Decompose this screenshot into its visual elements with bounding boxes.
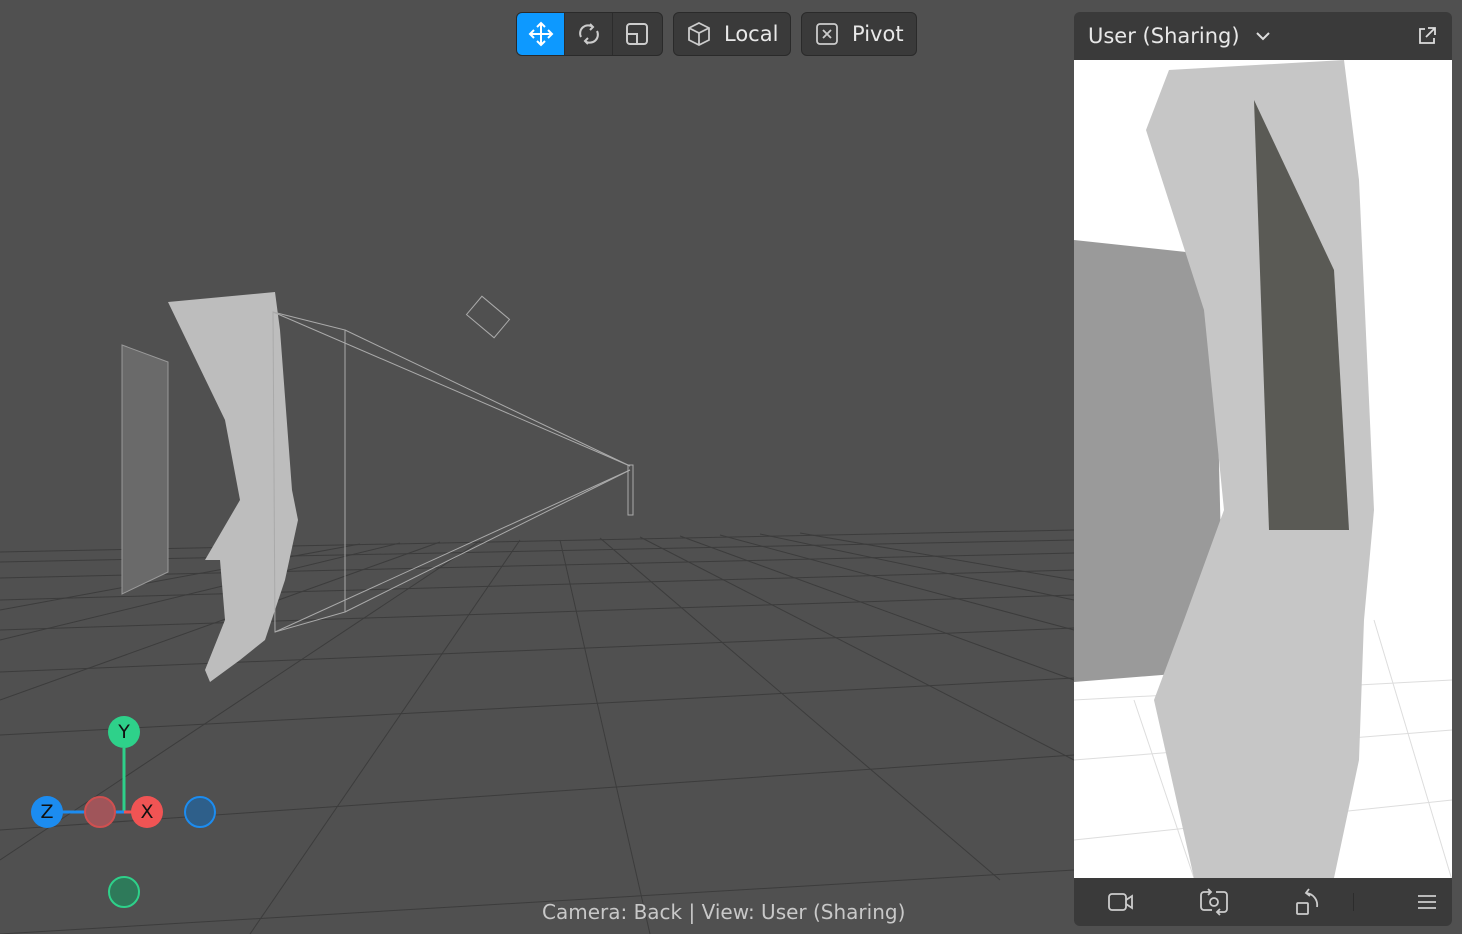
ground-grid — [0, 529, 1075, 934]
local-label: Local — [724, 22, 779, 46]
cube-icon — [688, 21, 710, 47]
gizmo-neg-y-axis[interactable] — [108, 876, 140, 908]
move-tool-button[interactable] — [517, 13, 565, 55]
rotate-tool-button[interactable] — [565, 13, 613, 55]
view-selector-label[interactable]: User (Sharing) — [1088, 24, 1240, 48]
switch-camera-button[interactable] — [1167, 887, 1260, 917]
pivot-label: Pivot — [852, 22, 904, 46]
rotate-icon — [578, 23, 599, 45]
pivot-button[interactable]: Pivot — [801, 12, 917, 56]
move-icon — [528, 21, 553, 47]
gizmo-y-label: Y — [118, 721, 130, 743]
reset-view-icon — [1295, 888, 1318, 915]
gizmo-x-label: X — [140, 801, 154, 823]
reset-view-button[interactable] — [1260, 887, 1353, 917]
menu-icon — [1418, 895, 1436, 909]
gizmo-y-axis[interactable]: Y — [108, 716, 140, 748]
transform-tools — [516, 12, 663, 56]
image-plane[interactable] — [121, 344, 169, 595]
chevron-down-icon[interactable] — [1254, 30, 1272, 42]
pivot-icon — [816, 23, 838, 45]
menu-button[interactable] — [1353, 893, 1452, 911]
gizmo-x-axis[interactable]: X — [131, 796, 163, 828]
status-text: Camera: Back | View: User (Sharing) — [542, 900, 906, 924]
scale-icon — [626, 23, 648, 45]
local-space-button[interactable]: Local — [673, 12, 792, 56]
gizmo-z-label: Z — [40, 801, 54, 823]
switch-camera-icon — [1199, 888, 1228, 916]
light-icon[interactable] — [465, 295, 511, 339]
scale-tool-button[interactable] — [613, 13, 661, 55]
preview-panel: User (Sharing) — [1074, 12, 1452, 926]
gizmo-neg-z-axis[interactable] — [184, 796, 216, 828]
camera-button[interactable] — [1074, 891, 1167, 913]
gizmo-neg-x-axis[interactable] — [84, 796, 116, 828]
pop-out-icon[interactable] — [1416, 25, 1438, 47]
gizmo-z-axis[interactable]: Z — [31, 796, 63, 828]
camera-icon — [1107, 893, 1133, 911]
preview-viewport[interactable] — [1074, 60, 1452, 878]
